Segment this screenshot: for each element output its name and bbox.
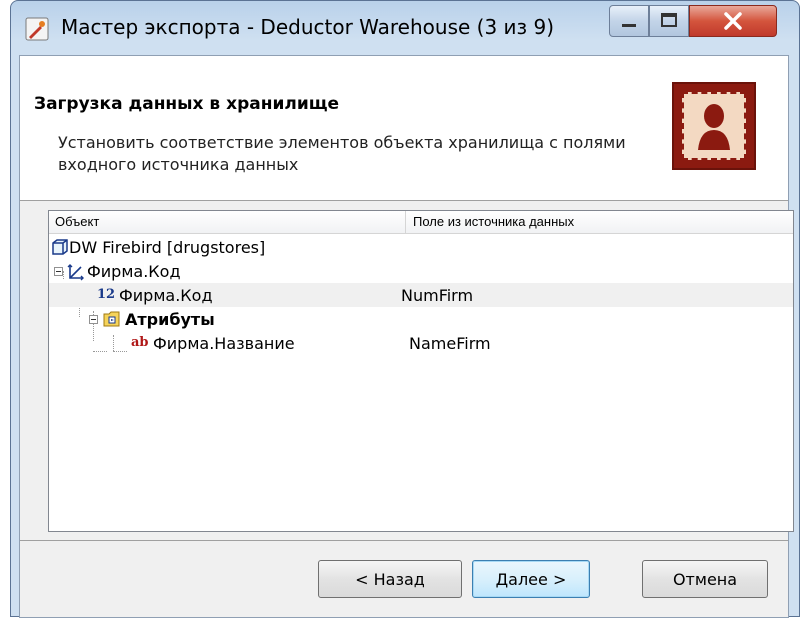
minimize-button[interactable] <box>609 5 649 37</box>
back-button[interactable]: < Назад <box>318 560 462 598</box>
step-title: Загрузка данных в хранилище <box>34 94 340 114</box>
tree-row[interactable]: Атрибуты <box>49 307 793 331</box>
maximize-icon <box>661 13 677 27</box>
string-field-icon: ab <box>131 335 149 350</box>
tree-row[interactable]: ab Фирма.Название NameFirm <box>49 331 793 355</box>
attributes-folder-icon <box>103 311 120 327</box>
tree-row-object: Фирма.Код <box>87 262 181 281</box>
tree-row-field: NameFirm <box>409 334 491 353</box>
wizard-icon <box>25 17 49 41</box>
stamp-image <box>682 92 746 160</box>
maximize-button[interactable] <box>649 5 689 37</box>
column-header-object[interactable]: Объект <box>55 214 99 229</box>
dimension-icon <box>67 264 84 281</box>
stamp-icon <box>672 82 756 170</box>
tree-row-object: Атрибуты <box>125 310 215 329</box>
tree-row-object: DW Firebird [drugstores] <box>69 238 266 257</box>
cancel-button[interactable]: Отмена <box>642 560 768 598</box>
close-icon <box>724 12 742 30</box>
wizard-window: Мастер экспорта - Deductor Warehouse (3 … <box>10 0 800 618</box>
next-button[interactable]: Далее > <box>472 560 590 598</box>
mapping-tree-grid[interactable]: Объект Поле из источника данных DW Fireb… <box>48 210 794 532</box>
step-description: Установить соответствие элементов объект… <box>58 133 626 174</box>
footer-divider <box>20 540 788 541</box>
close-button[interactable] <box>689 5 777 37</box>
window-title: Мастер экспорта - Deductor Warehouse (3 … <box>61 15 555 39</box>
tree-row[interactable]: DW Firebird [drugstores] <box>49 235 793 259</box>
wizard-header: Загрузка данных в хранилище Установить с… <box>20 56 788 201</box>
tree-row[interactable]: 12 Фирма.Код NumFirm <box>49 283 793 307</box>
numeric-field-icon: 12 <box>97 287 116 302</box>
minimize-icon <box>622 24 636 27</box>
grid-header: Объект Поле из источника данных <box>49 211 793 234</box>
collapse-toggle[interactable] <box>54 267 63 276</box>
column-separator[interactable] <box>405 211 406 233</box>
database-icon <box>52 239 68 255</box>
title-bar[interactable]: Мастер экспорта - Deductor Warehouse (3 … <box>11 1 799 53</box>
wizard-content: Загрузка данных в хранилище Установить с… <box>19 55 794 618</box>
tree-row-object: Фирма.Код <box>119 286 213 305</box>
tree-row-object: Фирма.Название <box>153 334 295 353</box>
tree-row-field: NumFirm <box>401 286 474 305</box>
column-header-source-field[interactable]: Поле из источника данных <box>413 214 574 229</box>
tree-row[interactable]: Фирма.Код <box>49 259 793 283</box>
collapse-toggle[interactable] <box>89 315 98 324</box>
